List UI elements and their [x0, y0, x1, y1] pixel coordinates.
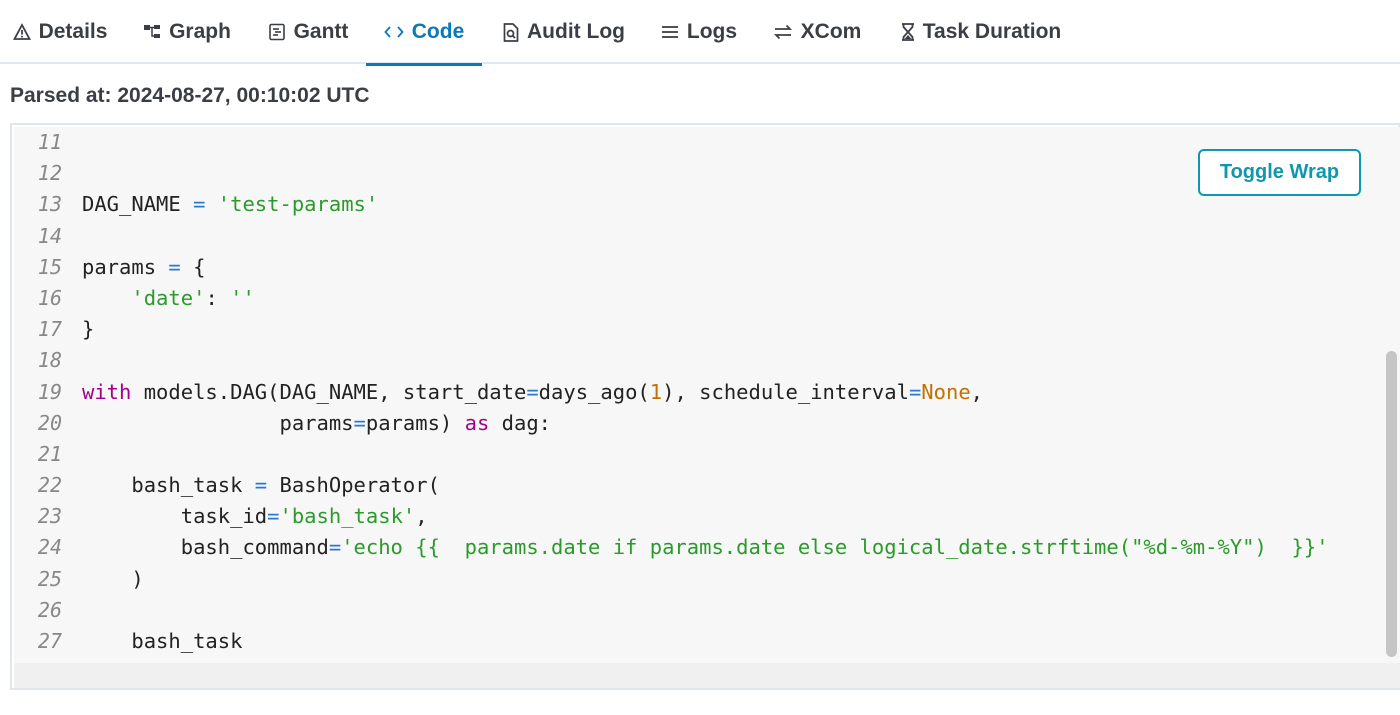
hourglass-icon — [901, 23, 915, 41]
code-line: 16 'date': '' — [14, 283, 1329, 314]
tab-label: Task Duration — [922, 20, 1062, 43]
line-number: 15 — [37, 254, 62, 279]
code-text: DAG_NAME = 'test-params' — [82, 192, 379, 217]
code-line: 21 — [14, 439, 1329, 470]
line-number: 11 — [37, 130, 62, 154]
line-number: 26 — [37, 597, 62, 622]
code-text: params=params) as dag: — [82, 410, 552, 435]
tab-code[interactable]: Code — [366, 0, 482, 66]
code-line: 13 DAG_NAME = 'test-params' — [14, 189, 1329, 220]
tab-label: XCom — [800, 20, 862, 43]
tab-label: Code — [411, 20, 465, 43]
tab-bar: Details Graph Gantt Code Audit Log Logs — [0, 0, 1400, 66]
code-text: } — [82, 317, 95, 342]
tab-logs[interactable]: Logs — [660, 0, 738, 64]
code-line: 20 params=params) as dag: — [14, 408, 1329, 439]
tab-label: Logs — [686, 20, 738, 43]
logs-icon — [661, 24, 679, 40]
tab-label: Audit Log — [527, 20, 625, 43]
graph-icon — [143, 23, 161, 41]
line-number: 16 — [37, 285, 62, 310]
code-lines: 11 12 13 DAG_NAME = 'test-params' 14 15 params… — [14, 127, 1329, 657]
code-line: 19 with models.DAG(DAG_NAME, start_date=d… — [14, 377, 1329, 408]
line-number: 20 — [37, 410, 62, 435]
line-number: 21 — [37, 441, 62, 466]
line-number: 19 — [37, 379, 62, 404]
code-line: 15 params = { — [14, 252, 1329, 283]
line-number: 18 — [37, 348, 62, 373]
code-text: ) — [82, 566, 144, 591]
tab-task-duration[interactable]: Task Duration — [900, 0, 1062, 64]
code-text: params = { — [82, 254, 206, 279]
tab-graph[interactable]: Graph — [142, 0, 232, 64]
code-line: 12 — [14, 158, 1329, 189]
gantt-icon — [268, 23, 286, 41]
code-line: 25 ) — [14, 564, 1329, 595]
vertical-scrollbar-thumb[interactable] — [1386, 351, 1397, 657]
code-line: 18 — [14, 345, 1329, 376]
tab-label: Details — [38, 20, 108, 43]
toggle-wrap-button[interactable]: Toggle Wrap — [1198, 149, 1361, 196]
code-text: bash_command='echo {{ params.date if par… — [82, 535, 1329, 560]
code-line: 11 — [14, 127, 1329, 158]
code-viewport[interactable]: 11 12 13 DAG_NAME = 'test-params' 14 15 params… — [14, 127, 1386, 663]
tab-details[interactable]: Details — [10, 0, 110, 64]
line-number: 14 — [37, 223, 62, 248]
code-text: bash_task — [82, 629, 243, 653]
line-number: 27 — [37, 629, 62, 653]
tab-xcom[interactable]: XCom — [772, 0, 862, 64]
code-editor: 11 12 13 DAG_NAME = 'test-params' 14 15 params… — [10, 123, 1400, 690]
code-line: 17} — [14, 314, 1329, 345]
warning-icon — [12, 23, 31, 41]
tab-audit-log[interactable]: Audit Log — [502, 0, 626, 64]
code-line: 14 — [14, 221, 1329, 252]
code-text: bash_task = BashOperator( — [82, 473, 440, 498]
audit-log-icon — [503, 22, 519, 42]
code-line: 22 bash_task = BashOperator( — [14, 470, 1329, 501]
xcom-icon — [773, 24, 793, 40]
code-line: 26 — [14, 595, 1329, 626]
horizontal-scrollbar[interactable] — [14, 663, 1400, 688]
code-line: 23 task_id='bash_task', — [14, 501, 1329, 532]
code-text: with models.DAG(DAG_NAME, start_date=day… — [82, 379, 984, 404]
code-text: 'date': '' — [131, 285, 255, 310]
line-number: 12 — [37, 161, 62, 186]
code-line: 24 bash_command='echo {{ params.date if … — [14, 532, 1329, 563]
line-number: 25 — [37, 566, 62, 591]
code-icon — [384, 24, 404, 40]
parsed-at-text: Parsed at: 2024-08-27, 00:10:02 UTC — [10, 84, 370, 107]
line-number: 22 — [37, 473, 62, 498]
tab-gantt[interactable]: Gantt — [266, 0, 350, 64]
line-number: 23 — [37, 504, 62, 529]
tab-label: Gantt — [293, 20, 349, 43]
line-number: 24 — [37, 535, 62, 560]
code-text: task_id='bash_task', — [82, 504, 428, 529]
tab-label: Graph — [169, 20, 231, 43]
line-number: 17 — [37, 317, 62, 342]
line-number: 13 — [37, 192, 62, 217]
code-line: 27 bash_task — [14, 626, 1329, 657]
